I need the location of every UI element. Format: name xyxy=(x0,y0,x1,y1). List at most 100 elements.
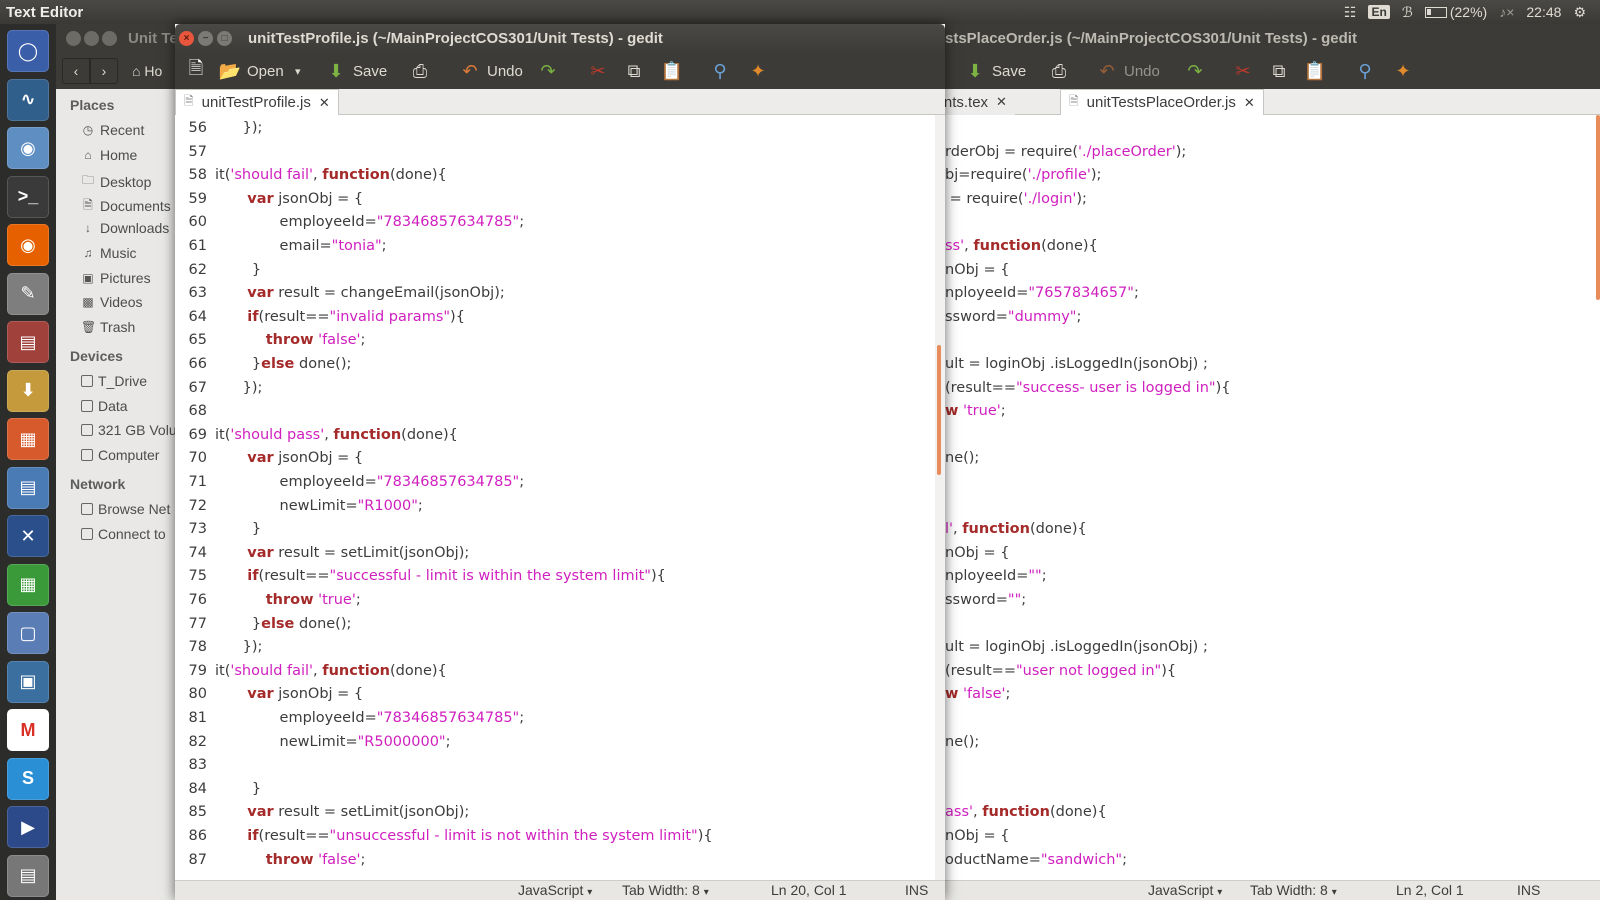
code-line[interactable]: ne(); xyxy=(945,447,979,470)
find-button[interactable]: ⚲ xyxy=(703,56,737,86)
code-line[interactable]: nployeeId="7657834657"; xyxy=(945,282,1139,305)
code-line[interactable]: nObj = { xyxy=(945,825,1009,848)
code-line[interactable]: 79 it('should fail', function(done){ xyxy=(175,660,447,683)
back-button[interactable]: ‹ xyxy=(62,58,90,84)
sidebar-device-computer[interactable]: Computer xyxy=(81,447,159,463)
code-line[interactable]: ass', function(done){ xyxy=(945,801,1107,824)
code-line[interactable]: w 'false'; xyxy=(945,683,1010,706)
code-line[interactable]: bj=require('./profile'); xyxy=(945,164,1101,187)
system-monitor-icon[interactable]: ∿ xyxy=(7,78,49,121)
code-line[interactable]: rderObj = require('./placeOrder'); xyxy=(945,141,1186,164)
undo-button[interactable]: ↶ Undo xyxy=(453,56,529,86)
language-selector[interactable]: JavaScript ▾ xyxy=(1148,882,1222,898)
sidebar-network-connect-to[interactable]: Connect to xyxy=(81,526,166,542)
code-line[interactable]: 80 var jsonObj = { xyxy=(175,683,364,706)
code-line[interactable]: 75 if(result=="successful - limit is wit… xyxy=(175,565,666,588)
sidebar-item-pictures[interactable]: ▣ Pictures xyxy=(81,270,150,286)
code-line[interactable]: (result=="user not logged in"){ xyxy=(945,660,1176,683)
minimize-icon[interactable] xyxy=(84,31,99,46)
forward-button[interactable]: › xyxy=(90,58,118,84)
code-line[interactable]: 69 it('should pass', function(done){ xyxy=(175,424,458,447)
text-editor-icon[interactable]: ✎ xyxy=(7,272,49,315)
home-breadcrumb[interactable]: ⌂ Ho xyxy=(126,58,162,84)
sidebar-network-browse-net[interactable]: Browse Net xyxy=(81,501,170,517)
placeorder-find-button[interactable]: ⚲ xyxy=(1348,56,1382,86)
code-editor[interactable]: 56 }); 57 58 it('should fail', function(don… xyxy=(175,115,935,880)
sidebar-item-home[interactable]: ⌂ Home xyxy=(81,147,137,163)
language-selector[interactable]: JavaScript ▾ xyxy=(518,882,592,898)
placeorder-copy-button[interactable]: ⧉ xyxy=(1262,56,1296,86)
code-line[interactable]: 87 throw 'false'; xyxy=(175,849,366,872)
code-line[interactable]: 71 employeeId="78346857634785"; xyxy=(175,471,525,494)
print-button[interactable]: ⎙ xyxy=(403,56,437,86)
maximize-icon[interactable]: □ xyxy=(217,31,232,46)
xmind-icon[interactable]: ✕ xyxy=(7,515,49,557)
code-line[interactable]: oductName="sandwich"; xyxy=(945,849,1127,872)
gear-icon[interactable]: ⚙ xyxy=(1573,4,1586,21)
bluetooth-icon[interactable]: ℬ xyxy=(1402,4,1413,21)
image-viewer-icon[interactable]: ▤ xyxy=(7,466,49,509)
code-line[interactable]: 70 var jsonObj = { xyxy=(175,447,364,470)
sidebar-item-desktop[interactable]: 🗀 Desktop xyxy=(81,171,151,192)
code-line[interactable]: nObj = { xyxy=(945,259,1009,282)
trash-icon[interactable]: ▤ xyxy=(7,854,49,897)
placeorder-save-button[interactable]: ⬇ Save xyxy=(958,56,1032,86)
sidebar-item-music[interactable]: ♫ Music xyxy=(81,245,137,261)
code-line[interactable]: ult = loginObj .isLoggedIn(jsonObj) ; xyxy=(945,636,1208,659)
close-icon[interactable]: ✕ xyxy=(319,95,330,111)
sidebar-item-downloads[interactable]: ↓ Downloads xyxy=(81,220,169,236)
code-line[interactable]: 68 xyxy=(175,400,215,423)
scrollbar-thumb[interactable] xyxy=(937,345,941,475)
code-line[interactable]: 59 var jsonObj = { xyxy=(175,188,364,211)
file-manager-titlebar[interactable]: Unit Te xyxy=(56,24,186,53)
sidebar-device-t-drive[interactable]: T_Drive xyxy=(81,373,147,389)
code-line[interactable]: 74 var result = setLimit(jsonObj); xyxy=(175,542,470,565)
ubuntu-dash-icon[interactable]: ◯ xyxy=(7,30,49,72)
placeorder-cut-button[interactable]: ✂ xyxy=(1226,56,1260,86)
placeorder-code-editor[interactable]: rderObj = require('./placeOrder'); bj=req… xyxy=(900,115,1600,880)
profile-titlebar[interactable]: × − □ unitTestProfile.js (~/MainProjectC… xyxy=(175,24,945,53)
open-button[interactable]: 📂 Open xyxy=(213,56,290,86)
tab-unittestsplaceorder[interactable]: 🗎 unitTestsPlaceOrder.js ✕ xyxy=(1060,89,1264,115)
code-line[interactable]: (result=="success- user is logged in"){ xyxy=(945,377,1230,400)
sidebar-device-data[interactable]: Data xyxy=(81,398,128,414)
placeorder-paste-button[interactable]: 📋 xyxy=(1298,56,1332,86)
code-line[interactable]: 62 } xyxy=(175,259,262,282)
find-replace-button[interactable]: ✦ xyxy=(741,56,775,86)
code-line[interactable]: 85 var result = setLimit(jsonObj); xyxy=(175,801,470,824)
sidebar-device-321-gb-volu[interactable]: 321 GB Volu xyxy=(81,422,177,438)
code-line[interactable]: 61 email="tonia"; xyxy=(175,235,387,258)
firefox-icon[interactable]: ◉ xyxy=(7,224,49,266)
code-line[interactable]: 64 if(result=="invalid params"){ xyxy=(175,306,465,329)
code-line[interactable]: = require('./login'); xyxy=(945,188,1087,211)
new-document-button[interactable]: 🗎 xyxy=(179,56,213,86)
placeorder-titlebar[interactable]: stsPlaceOrder.js (~/MainProjectCOS301/Un… xyxy=(900,24,1600,53)
terminal-icon[interactable]: >_ xyxy=(7,175,49,218)
redo-button[interactable]: ↷ xyxy=(531,56,565,86)
battery-indicator[interactable]: (22%) xyxy=(1424,4,1487,20)
placeorder-undo-button[interactable]: ↶ Undo xyxy=(1090,56,1166,86)
code-line[interactable]: 67 }); xyxy=(175,377,263,400)
code-line[interactable]: 65 throw 'false'; xyxy=(175,329,366,352)
close-icon[interactable]: × xyxy=(179,31,194,46)
code-line[interactable]: 63 var result = changeEmail(jsonObj); xyxy=(175,282,505,305)
code-line[interactable]: 83 xyxy=(175,754,215,777)
sidebar-item-recent[interactable]: ◷ Recent xyxy=(81,122,145,138)
code-line[interactable]: 84 } xyxy=(175,778,262,801)
skype-icon[interactable]: S xyxy=(7,757,49,800)
code-line[interactable]: nObj = { xyxy=(945,542,1009,565)
gmail-icon[interactable]: M xyxy=(7,709,49,751)
files-icon[interactable]: ▤ xyxy=(7,321,49,363)
code-line[interactable]: ne(); xyxy=(945,731,979,754)
placeorder-replace-button[interactable]: ✦ xyxy=(1386,56,1420,86)
wifi-icon[interactable]: ☷ xyxy=(1344,4,1357,21)
code-line[interactable]: 56 }); xyxy=(175,117,263,140)
scrollbar-thumb[interactable] xyxy=(1596,115,1600,300)
placeorder-print-button[interactable]: ⎙ xyxy=(1042,56,1076,86)
close-icon[interactable] xyxy=(66,31,81,46)
placeorder-redo-button[interactable]: ↷ xyxy=(1178,56,1212,86)
minimize-icon[interactable]: − xyxy=(198,31,213,46)
tab-width-selector[interactable]: Tab Width: 8 ▾ xyxy=(622,882,709,898)
cut-button[interactable]: ✂ xyxy=(581,56,615,86)
tab-unittestprofile[interactable]: 🗎 unitTestProfile.js ✕ xyxy=(175,89,339,115)
